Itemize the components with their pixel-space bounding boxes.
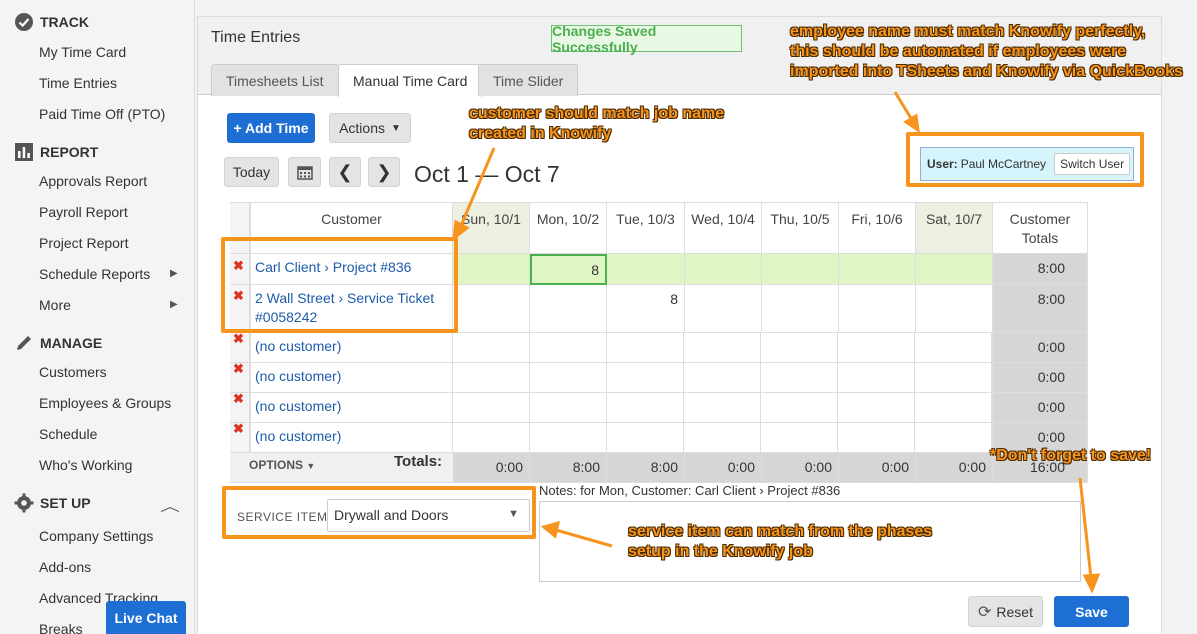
annotation-save-text: *Don't forget to save! — [990, 447, 1152, 464]
annotation-customer-text: customer should match job name created i… — [469, 105, 725, 142]
annotation-service-text: service item can match from the phases s… — [628, 523, 933, 560]
annotation-arrows — [452, 91, 1101, 594]
annotation-employee-text: employee name must match Knowify perfect… — [790, 23, 1183, 80]
